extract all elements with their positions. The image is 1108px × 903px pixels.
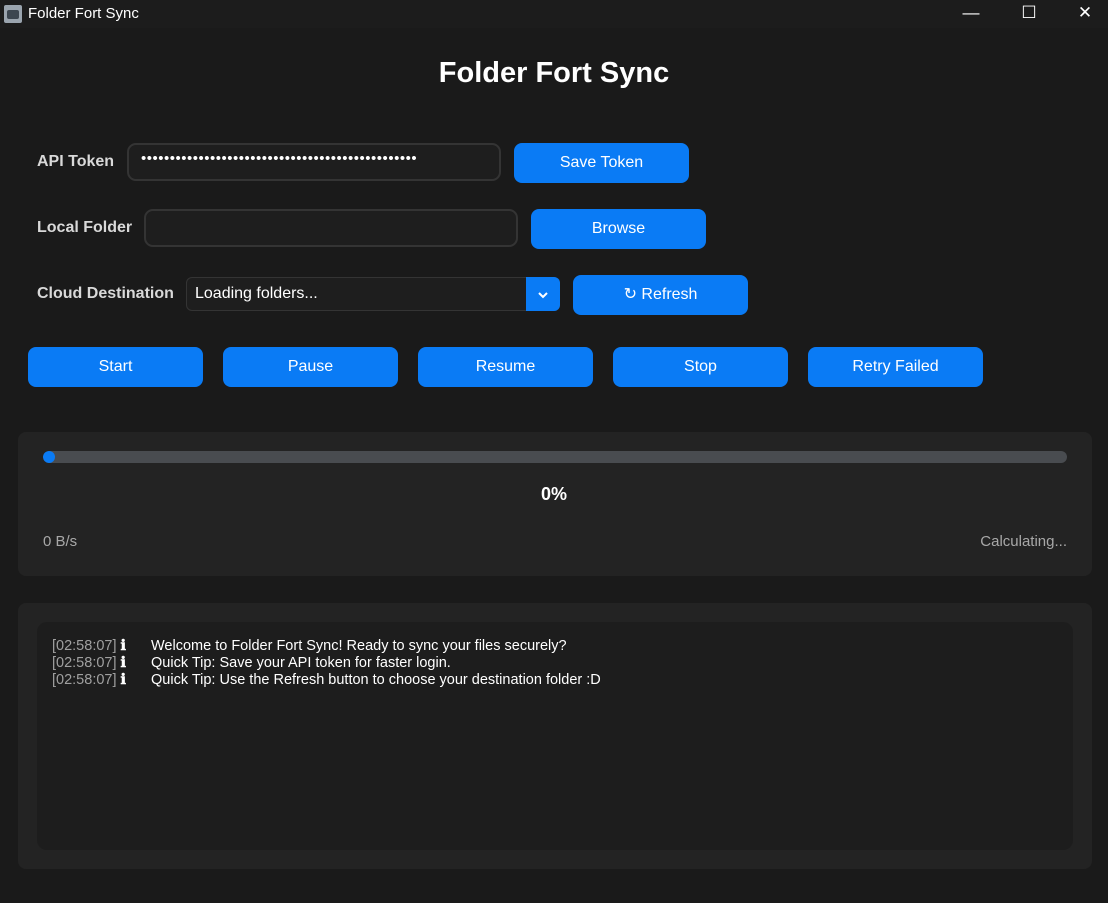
cloud-destination-label: Cloud Destination	[37, 285, 174, 302]
stop-button[interactable]: Stop	[613, 347, 788, 387]
info-icon: ℹ	[120, 672, 127, 688]
transfer-speed: 0 B/s	[43, 533, 78, 550]
api-token-value: ••••••••••••••••••••••••••••••••••••••••…	[141, 150, 418, 167]
info-icon: ℹ	[120, 638, 127, 654]
window-title: Folder Fort Sync	[28, 5, 139, 22]
time-remaining: Calculating...	[980, 533, 1067, 550]
cloud-destination-value: Loading folders...	[195, 285, 318, 302]
log-message: Welcome to Folder Fort Sync! Ready to sy…	[151, 638, 567, 654]
minimize-icon[interactable]: —	[948, 0, 994, 28]
log-entry: [02:58:07] ℹ Quick Tip: Save your API tok…	[52, 655, 451, 672]
maximize-icon[interactable]: ☐	[1006, 0, 1052, 28]
browse-button[interactable]: Browse	[531, 209, 706, 249]
progress-bar	[43, 451, 1067, 463]
page-title: Folder Fort Sync	[438, 57, 670, 89]
title-bar: Folder Fort Sync — ☐ ✕	[0, 0, 1108, 28]
log-timestamp: [02:58:07]	[52, 672, 117, 688]
resume-button[interactable]: Resume	[418, 347, 593, 387]
api-token-field[interactable]: ••••••••••••••••••••••••••••••••••••••••…	[127, 143, 501, 181]
log-timestamp: [02:58:07]	[52, 655, 117, 671]
local-folder-field[interactable]	[144, 209, 518, 247]
log-entry: [02:58:07] ℹ Quick Tip: Use the Refresh b…	[52, 672, 601, 689]
chevron-down-icon[interactable]	[526, 277, 560, 311]
log-timestamp: [02:58:07]	[52, 638, 117, 654]
log-message: Quick Tip: Use the Refresh button to cho…	[151, 672, 601, 688]
save-token-button[interactable]: Save Token	[514, 143, 689, 183]
close-icon[interactable]: ✕	[1062, 0, 1108, 28]
log-entry: [02:58:07] ℹ Welcome to Folder Fort Sync!…	[52, 638, 567, 655]
api-token-label: API Token	[37, 153, 115, 170]
pause-button[interactable]: Pause	[223, 347, 398, 387]
progress-fill	[43, 451, 55, 463]
app-icon	[4, 5, 22, 23]
cloud-destination-select[interactable]: Loading folders...	[186, 277, 560, 311]
local-folder-label: Local Folder	[37, 219, 133, 236]
refresh-button[interactable]: ↻ Refresh	[573, 275, 748, 315]
progress-percent: 0%	[540, 484, 567, 504]
info-icon: ℹ	[120, 655, 127, 671]
retry-failed-button[interactable]: Retry Failed	[808, 347, 983, 387]
log-message: Quick Tip: Save your API token for faste…	[151, 655, 451, 671]
log-output[interactable]: [02:58:07] ℹ Welcome to Folder Fort Sync!…	[37, 622, 1073, 850]
start-button[interactable]: Start	[28, 347, 203, 387]
